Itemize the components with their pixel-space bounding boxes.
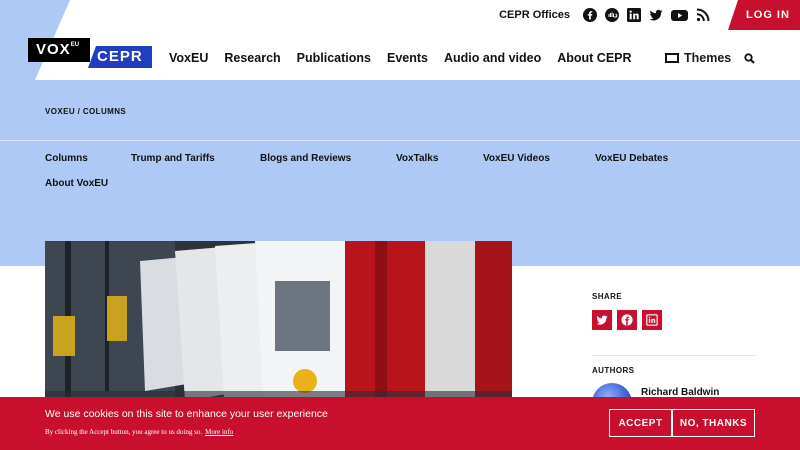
nav-item-publications[interactable]: Publications xyxy=(297,51,371,65)
top-bar: CEPR Offices LOG IN xyxy=(499,0,800,30)
facebook-icon xyxy=(621,314,633,326)
linkedin-icon[interactable] xyxy=(627,8,641,22)
breadcrumb[interactable]: VOXEU / COLUMNS xyxy=(45,107,126,116)
folder-icon xyxy=(665,53,679,63)
twitter-icon xyxy=(596,315,608,325)
share-facebook-button[interactable] xyxy=(617,310,637,330)
youtube-icon[interactable] xyxy=(671,8,688,22)
main-nav: VoxEU Research Publications Events Audio… xyxy=(169,51,648,65)
cookie-banner: We use cookies on this site to enhance y… xyxy=(0,397,800,450)
share-linkedin-button[interactable] xyxy=(642,310,662,330)
subnav-columns[interactable]: Columns xyxy=(45,153,88,164)
linkedin-icon xyxy=(646,314,658,326)
share-twitter-button[interactable] xyxy=(592,310,612,330)
cookie-title: We use cookies on this site to enhance y… xyxy=(45,408,328,420)
nav-item-audio-video[interactable]: Audio and video xyxy=(444,51,541,65)
themes-button[interactable]: Themes xyxy=(665,51,731,65)
subnav-about-voxeu[interactable]: About VoxEU xyxy=(45,178,108,189)
subnav-voxeu-debates[interactable]: VoxEU Debates xyxy=(595,153,668,164)
search-icon[interactable] xyxy=(744,53,755,64)
subnav-blogs-reviews[interactable]: Blogs and Reviews xyxy=(260,153,351,164)
authors-label: AUTHORS xyxy=(592,366,635,375)
subnav-voxtalks[interactable]: VoxTalks xyxy=(396,153,438,164)
nav-item-about-cepr[interactable]: About CEPR xyxy=(557,51,631,65)
divider xyxy=(592,355,755,356)
voxeu-cepr-logo[interactable]: VOXEU CEPR xyxy=(28,38,153,69)
nav-item-events[interactable]: Events xyxy=(387,51,428,65)
logo-vox: VOXEU xyxy=(28,38,90,62)
subnav-trump-tariffs[interactable]: Trump and Tariffs xyxy=(131,153,215,164)
themes-label: Themes xyxy=(684,51,732,65)
more-info-link[interactable]: More info xyxy=(205,428,233,436)
login-button[interactable]: LOG IN xyxy=(728,0,800,30)
logo-cepr: CEPR xyxy=(88,46,152,68)
cepr-offices-link[interactable]: CEPR Offices xyxy=(499,9,570,21)
share-label: SHARE xyxy=(592,292,623,301)
cookie-text: By clicking the Accept button, you agree… xyxy=(45,428,233,436)
rss-icon[interactable] xyxy=(696,8,710,22)
facebook-icon[interactable] xyxy=(583,8,597,22)
divider xyxy=(0,140,800,141)
accept-button[interactable]: ACCEPT xyxy=(609,409,672,437)
nav-item-voxeu[interactable]: VoxEU xyxy=(169,51,208,65)
nav-item-research[interactable]: Research xyxy=(224,51,280,65)
cookie-consent-text: By clicking the Accept button, you agree… xyxy=(45,428,203,436)
twitter-icon[interactable] xyxy=(649,8,663,22)
soundcloud-icon[interactable] xyxy=(605,8,619,22)
subnav-voxeu-videos[interactable]: VoxEU Videos xyxy=(483,153,550,164)
no-thanks-button[interactable]: NO, THANKS xyxy=(672,409,755,437)
